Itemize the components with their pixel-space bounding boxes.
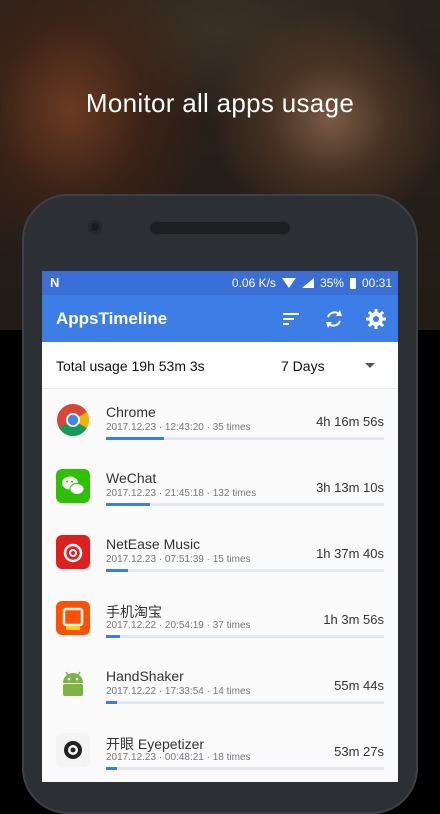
app-duration: 4h 16m 56s [316, 414, 384, 429]
signal-icon [301, 278, 314, 288]
wechat-icon [56, 469, 90, 503]
usage-bar [106, 569, 384, 572]
chrome-icon [57, 404, 89, 436]
list-item[interactable]: Chrome 2017.12.23 · 12:43:20 · 35 times … [42, 389, 398, 455]
app-name: NetEase Music [106, 536, 201, 552]
usage-bar [106, 701, 384, 704]
phone-camera [88, 220, 102, 234]
list-item[interactable]: 开眼 Eyepetizer 2017.12.23 · 00:48:21 · 18… [42, 719, 398, 782]
app-name: WeChat [106, 470, 157, 486]
clock: 00:31 [361, 276, 392, 290]
status-right: 0.06 K/s 35% 00:31 [232, 276, 392, 290]
eye-icon [56, 733, 90, 767]
app-duration: 55m 44s [334, 678, 384, 693]
app-name: Chrome [106, 404, 156, 420]
network-speed: 0.06 K/s [231, 276, 276, 290]
usage-bar [106, 437, 384, 440]
usage-bar [106, 503, 384, 506]
app-meta: 2017.12.23 · 12:43:20 · 35 times [106, 422, 251, 433]
app-meta: 2017.12.23 · 07:51:39 · 15 times [106, 554, 251, 565]
wifi-icon [281, 278, 296, 288]
list-item[interactable]: 手机淘宝 2017.12.22 · 20:54:19 · 37 times 1h… [42, 587, 398, 653]
list-item[interactable]: HandShaker 2017.12.22 · 17:33:54 · 14 ti… [42, 653, 398, 719]
settings-icon[interactable] [364, 307, 388, 331]
period-select[interactable]: 7 Days [281, 358, 325, 374]
app-name: 手机淘宝 [106, 604, 162, 620]
usage-bar-fill [106, 767, 118, 770]
promo-headline: Monitor all apps usage [85, 88, 355, 118]
netease-music-icon [56, 535, 90, 569]
total-usage: Total usage 19h 53m 3s [56, 358, 205, 374]
status-bar: N 0.06 K/s 35% 00:31 [42, 271, 398, 295]
battery-icon [349, 277, 356, 289]
usage-bar-fill [106, 437, 165, 440]
notification-n-icon: N [50, 275, 60, 290]
sort-icon[interactable] [279, 307, 303, 331]
app-meta: 2017.12.23 · 00:48:21 · 18 times [106, 752, 251, 763]
usage-bar-fill [106, 569, 129, 572]
usage-bar-fill [106, 635, 120, 638]
app-title: AppsTimeline [56, 309, 168, 328]
chevron-down-icon[interactable] [365, 363, 375, 368]
app-list: Chrome 2017.12.23 · 12:43:20 · 35 times … [42, 389, 398, 782]
list-item[interactable]: NetEase Music 2017.12.23 · 07:51:39 · 15… [42, 521, 398, 587]
usage-bar-fill [106, 503, 151, 506]
phone-speaker [150, 222, 290, 234]
app-duration: 3h 13m 10s [316, 480, 384, 495]
android-icon [63, 671, 83, 696]
refresh-icon[interactable] [322, 307, 346, 331]
phone-screen: N 0.06 K/s 35% 00:31 AppsTimeline Total … [42, 271, 398, 782]
usage-summary: Total usage 19h 53m 3s 7 Days [42, 342, 398, 389]
taobao-icon [56, 601, 90, 635]
app-duration: 1h 37m 40s [316, 546, 384, 561]
battery-percent: 35% [319, 276, 344, 290]
usage-bar [106, 635, 384, 638]
list-item[interactable]: WeChat 2017.12.23 · 21:45:18 · 132 times… [42, 455, 398, 521]
app-meta: 2017.12.23 · 21:45:18 · 132 times [106, 488, 257, 499]
app-meta: 2017.12.22 · 17:33:54 · 14 times [106, 686, 251, 697]
usage-bar-fill [106, 701, 118, 704]
app-duration: 53m 27s [334, 744, 384, 759]
usage-bar [106, 767, 384, 770]
app-duration: 1h 3m 56s [323, 612, 384, 627]
app-name: HandShaker [106, 668, 184, 684]
app-name: 开眼 Eyepetizer [106, 736, 205, 752]
app-meta: 2017.12.22 · 20:54:19 · 37 times [106, 620, 251, 631]
app-toolbar: AppsTimeline [42, 295, 398, 342]
